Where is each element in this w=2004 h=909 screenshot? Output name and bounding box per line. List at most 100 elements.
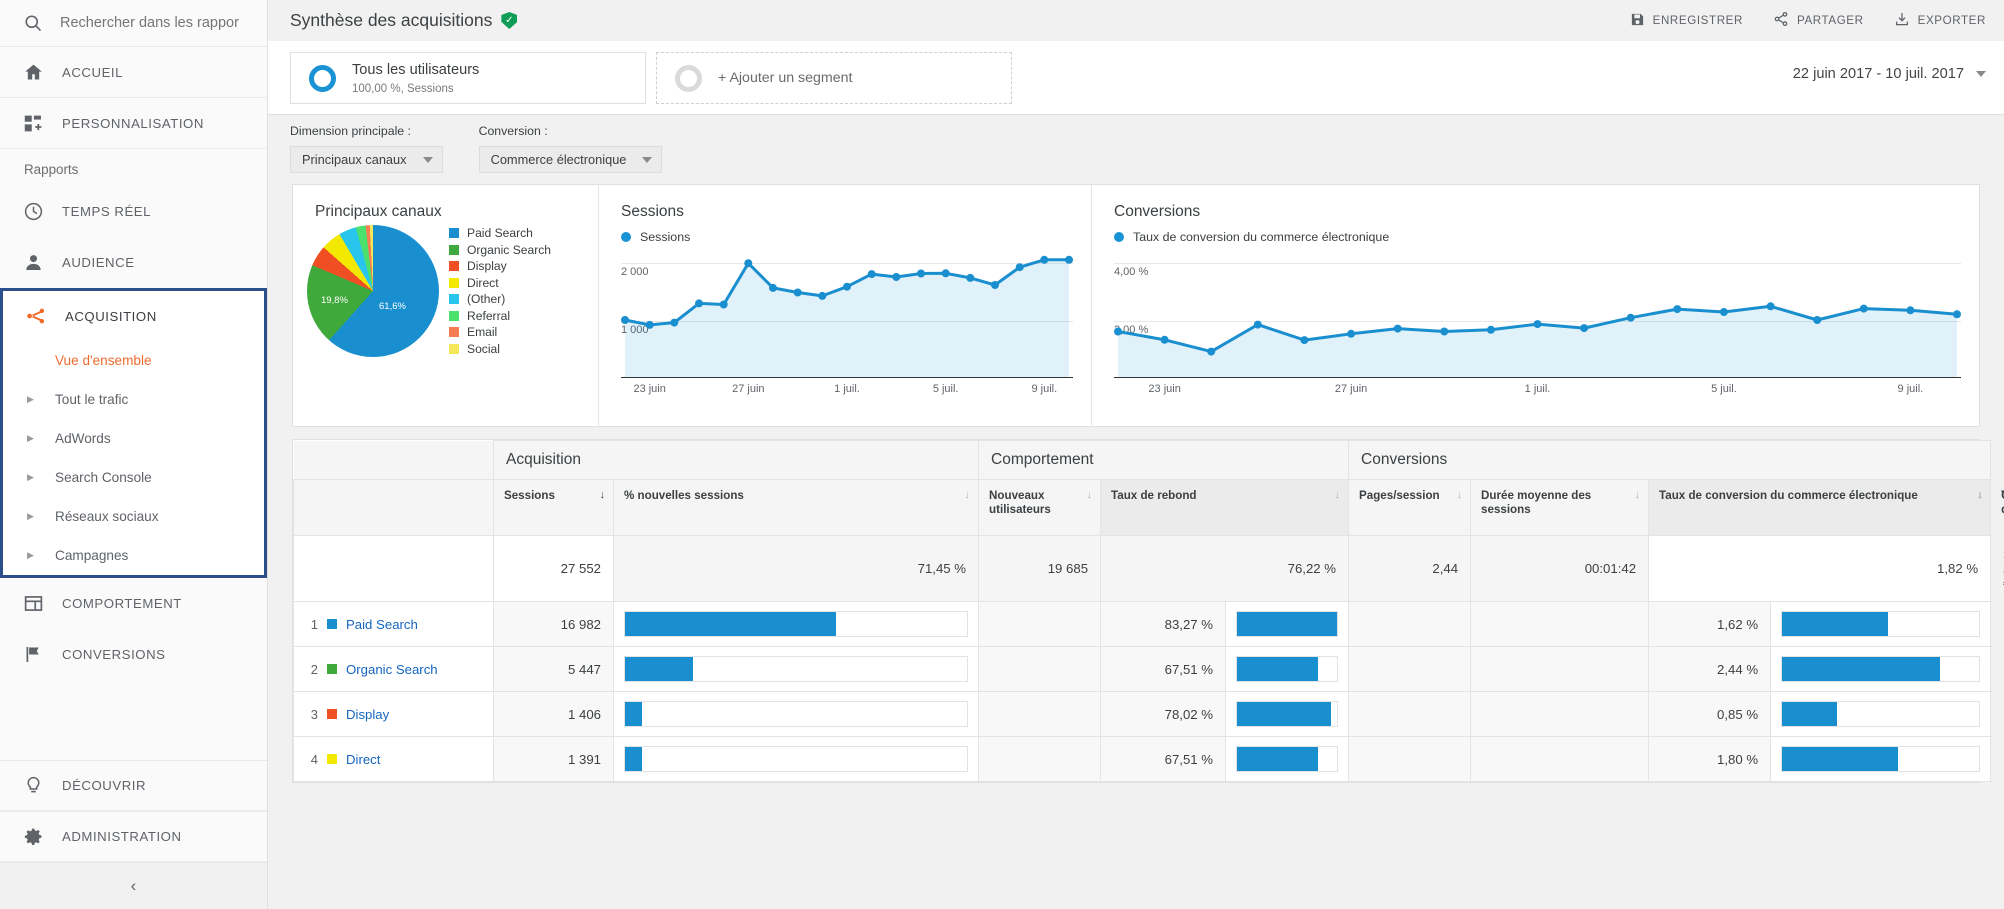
row-pages-per-session <box>1349 647 1471 692</box>
sidebar-item-acquisition[interactable]: ACQUISITION <box>3 291 264 341</box>
date-range-picker[interactable]: 22 juin 2017 - 10 juil. 2017 <box>1793 52 1986 82</box>
pie-legend-item[interactable]: Paid Search <box>449 225 551 242</box>
sidebar-subitem-tout-le-trafic[interactable]: ▶ Tout le trafic <box>3 380 264 419</box>
pie-legend-item[interactable]: (Other) <box>449 291 551 308</box>
sort-arrow-icon[interactable]: ↓ <box>1457 489 1463 503</box>
sidebar-item-accueil[interactable]: ACCUEIL <box>0 47 267 98</box>
row-ecom-conv-rate: 1,80 % <box>1649 737 1771 782</box>
sidebar-search[interactable] <box>0 0 267 47</box>
sidebar-item-comportement[interactable]: COMPORTEMENT <box>0 578 267 629</box>
sessions-legend: Sessions <box>599 230 1091 244</box>
row-new-users <box>979 647 1101 692</box>
row-index: 1 <box>308 617 318 632</box>
chevron-right-icon: ▶ <box>27 394 49 405</box>
column-header-taux-de-rebond[interactable]: Taux de rebond ↓ <box>1101 480 1349 536</box>
channel-link[interactable]: Display <box>346 707 389 722</box>
sidebar-subitem-campagnes[interactable]: ▶ Campagnes <box>3 536 264 575</box>
sessions-plot[interactable]: 2 0001 000 <box>621 246 1073 378</box>
column-header-nouveaux-utilisateurs[interactable]: Nouveaux utilisateurs ↓ <box>979 480 1101 536</box>
column-label: Sessions <box>504 489 555 502</box>
conversions-legend: Taux de conversion du commerce électroni… <box>1092 230 1979 244</box>
totals-new-users: 19 685 <box>979 536 1101 602</box>
legend-swatch-icon <box>449 327 459 337</box>
row-avg-duration <box>1471 602 1649 647</box>
table-row[interactable]: 2 Organic Search 5 447 67,51 % 2,44 % <box>294 647 1991 692</box>
sort-arrow-icon[interactable]: ↓ <box>965 489 971 503</box>
row-bounce-rate: 67,51 % <box>1101 737 1226 782</box>
sidebar-item-audience[interactable]: AUDIENCE <box>0 237 267 288</box>
sidebar-item-personnalisation[interactable]: PERSONNALISATION <box>0 98 267 149</box>
channel-swatch-icon <box>327 664 337 674</box>
pie-slice-label: 61,6% <box>379 301 406 312</box>
sidebar-item-conversions[interactable]: CONVERSIONS <box>0 629 267 680</box>
sidebar-collapse-button[interactable]: ‹ <box>0 862 267 909</box>
sort-arrow-icon[interactable]: ↓ <box>1087 489 1093 503</box>
sidebar-subitem-reseaux-sociaux[interactable]: ▶ Réseaux sociaux <box>3 497 264 536</box>
row-new-sessions-bar <box>614 692 979 737</box>
legend-label: Organic Search <box>467 243 551 257</box>
sort-arrow-icon[interactable]: ↓ <box>1635 489 1641 503</box>
table-column-header-row: Sessions ↓ % nouvelles sessions ↓ Nouvea… <box>294 480 1991 536</box>
sidebar-subitem-search-console[interactable]: ▶ Search Console <box>3 458 264 497</box>
column-header-pages-session[interactable]: Pages/session ↓ <box>1349 480 1471 536</box>
panel-conversions: Conversions Taux de conversion du commer… <box>1092 185 1979 426</box>
sidebar-subitem-vue-densemble[interactable]: Vue d'ensemble <box>3 341 264 380</box>
search-input[interactable] <box>50 15 240 31</box>
pie-legend-item[interactable]: Social <box>449 341 551 358</box>
row-channel-cell[interactable]: 3 Display <box>294 692 494 737</box>
column-header-blank <box>294 480 494 536</box>
column-header-taux-conversion-ecommerce[interactable]: Taux de conversion du commerce électroni… <box>1649 480 1991 536</box>
primary-dimension-select[interactable]: Principaux canaux <box>290 146 443 173</box>
row-conv-bar <box>1771 647 1991 692</box>
conversion-select[interactable]: Commerce électronique <box>479 146 663 173</box>
table-row[interactable]: 4 Direct 1 391 67,51 % 1,80 % <box>294 737 1991 782</box>
column-header-sessions[interactable]: Sessions ↓ <box>494 480 614 536</box>
channel-link[interactable]: Organic Search <box>346 662 438 677</box>
sidebar-subitem-label: Réseaux sociaux <box>49 509 159 524</box>
legend-swatch-icon <box>449 245 459 255</box>
sidebar-item-label: TEMPS RÉEL <box>50 204 151 219</box>
row-new-sessions-bar <box>614 737 979 782</box>
legend-label: Paid Search <box>467 226 533 240</box>
channel-swatch-icon <box>327 619 337 629</box>
table-row[interactable]: 3 Display 1 406 78,02 % 0,85 % <box>294 692 1991 737</box>
table-row[interactable]: 1 Paid Search 16 982 83,27 % 1,62 % <box>294 602 1991 647</box>
sidebar-item-administration[interactable]: ADMINISTRATION <box>0 811 267 862</box>
conversions-plot[interactable]: 4,00 %2,00 % <box>1114 246 1961 378</box>
totals-pages-per-session: 2,44 <box>1349 536 1471 602</box>
export-button[interactable]: EXPORTER <box>1894 11 1986 30</box>
column-header-duree-moyenne[interactable]: Durée moyenne des sessions ↓ <box>1471 480 1649 536</box>
pie-legend-item[interactable]: Organic Search <box>449 242 551 259</box>
conversions-x-axis: 23 juin27 juin1 juil.5 juil.9 juil. <box>1114 378 1961 398</box>
legend-swatch-icon <box>449 278 459 288</box>
channel-swatch-icon <box>327 709 337 719</box>
save-label: ENREGISTRER <box>1653 14 1743 27</box>
sidebar-item-decouvrir[interactable]: DÉCOUVRIR <box>0 760 267 811</box>
sidebar-subitem-label: Vue d'ensemble <box>27 353 152 368</box>
sort-arrow-icon[interactable]: ↓ <box>1978 489 1984 503</box>
save-button[interactable]: ENREGISTRER <box>1630 12 1743 30</box>
add-segment-button[interactable]: + Ajouter un segment <box>656 52 1012 104</box>
row-channel-cell[interactable]: 2 Organic Search <box>294 647 494 692</box>
sidebar-item-temps-reel[interactable]: TEMPS RÉEL <box>0 186 267 237</box>
pie-legend-item[interactable]: Display <box>449 258 551 275</box>
share-button[interactable]: PARTAGER <box>1773 11 1864 30</box>
pie-legend-item[interactable]: Referral <box>449 308 551 325</box>
pie-legend-item[interactable]: Email <box>449 324 551 341</box>
pie-chart[interactable]: 61,6% 19,8% <box>307 225 439 357</box>
sort-arrow-icon[interactable]: ↓ <box>600 489 606 503</box>
table-totals-row: 27 552 71,45 % 19 685 76,22 % 2,44 00:01… <box>294 536 1991 602</box>
row-channel-cell[interactable]: 4 Direct <box>294 737 494 782</box>
row-pages-per-session <box>1349 737 1471 782</box>
channel-link[interactable]: Direct <box>346 752 380 767</box>
sort-arrow-icon[interactable]: ↓ <box>1335 489 1341 503</box>
channel-link[interactable]: Paid Search <box>346 617 418 632</box>
row-bounce-bar <box>1226 692 1349 737</box>
segment-all-users[interactable]: Tous les utilisateurs 100,00 %, Sessions <box>290 52 646 104</box>
pie-legend-item[interactable]: Direct <box>449 275 551 292</box>
sidebar-subitem-adwords[interactable]: ▶ AdWords <box>3 419 264 458</box>
totals-bounce-rate: 76,22 % <box>1101 536 1349 602</box>
row-channel-cell[interactable]: 1 Paid Search <box>294 602 494 647</box>
x-axis-tick-label: 1 juil. <box>1525 383 1551 395</box>
column-header-nouvelles-sessions[interactable]: % nouvelles sessions ↓ <box>614 480 979 536</box>
